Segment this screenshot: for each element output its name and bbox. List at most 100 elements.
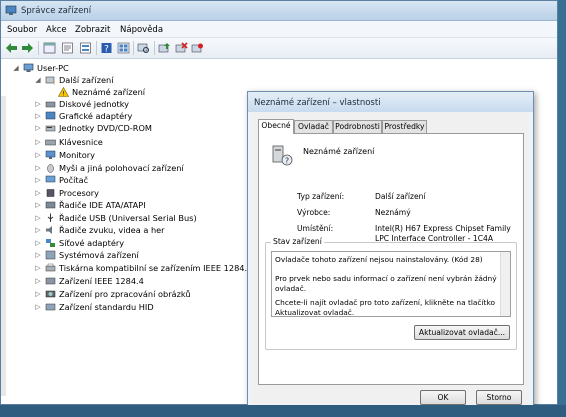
scan-hardware-icon[interactable] — [137, 42, 150, 54]
svg-text:!: ! — [53, 80, 55, 85]
usb-icon — [47, 213, 54, 222]
tree-item-label: Počítač — [59, 175, 89, 185]
expand-triangle-icon[interactable]: ▷ — [33, 187, 43, 199]
tree-item-label: Zařízení IEEE 1284.4 — [59, 276, 144, 286]
properties-icon[interactable] — [61, 42, 74, 54]
unknown-device-icon: ? — [272, 145, 293, 166]
imaging-device-icon — [45, 290, 56, 298]
update-driver-button[interactable]: Aktualizovat ovladač... — [414, 325, 510, 340]
system-device-icon — [45, 250, 56, 260]
toolbar-separator — [96, 41, 97, 55]
dialog-title: Neznámé zařízení – vlastnosti — [254, 98, 381, 108]
disable-device-icon[interactable] — [191, 42, 204, 54]
list-icon[interactable] — [79, 42, 92, 54]
general-tab-panel: ? Neznámé zařízení Typ zařízení: Další z… — [258, 133, 524, 385]
tree-item-label: Myši a jiná polohovací zařízení — [59, 163, 184, 173]
expand-triangle-icon[interactable]: ▷ — [33, 275, 43, 287]
tree-item-label: Další zařízení — [59, 75, 114, 85]
tree-item-label: Monitory — [59, 150, 95, 160]
expand-triangle-icon[interactable]: ▷ — [33, 301, 43, 313]
ide-controller-icon — [45, 201, 56, 209]
back-arrow-icon[interactable] — [5, 42, 18, 54]
warning-icon: ! — [58, 87, 69, 97]
expand-triangle-icon[interactable]: ▷ — [33, 136, 43, 148]
ok-button[interactable]: OK — [420, 390, 466, 405]
tab-podrobnosti[interactable]: Podrobnosti — [333, 120, 382, 133]
processor-icon — [46, 189, 55, 197]
scrollbar[interactable] — [1, 96, 6, 396]
tree-item-label: Diskové jednotky — [59, 99, 130, 109]
tree-item-label: Řadiče zvuku, videa a her — [59, 225, 165, 235]
expand-triangle-icon[interactable]: ▷ — [33, 237, 43, 249]
ieee-device-icon — [45, 277, 56, 285]
other-device-icon: ! — [45, 76, 55, 85]
expand-triangle-icon[interactable]: ▷ — [33, 162, 43, 174]
expand-triangle-icon[interactable]: ▷ — [33, 212, 43, 224]
tree-item-label: Síťové adaptéry — [59, 238, 125, 248]
location-value: Intel(R) H67 Express Chipset Family LPC … — [375, 224, 511, 243]
grid-view-icon[interactable] — [117, 42, 130, 54]
expand-triangle-icon[interactable]: ▷ — [33, 262, 43, 274]
menu-soubor[interactable]: Soubor — [7, 25, 37, 35]
tab-obecne[interactable]: Obecné — [258, 119, 294, 134]
help-icon[interactable]: ? — [100, 42, 113, 54]
menu-bar: Soubor Akce Zobrazit Nápověda — [1, 21, 557, 38]
disk-icon — [45, 101, 56, 108]
computer-icon — [23, 63, 34, 72]
expand-triangle-icon[interactable]: ▷ — [33, 199, 43, 211]
svg-text:?: ? — [104, 45, 109, 55]
keyboard-icon — [45, 139, 56, 146]
toolbar-separator — [133, 41, 134, 55]
status-scrollbar[interactable] — [500, 252, 510, 316]
status-line-1: Ovladače tohoto zařízení nejsou nainstal… — [275, 255, 483, 264]
toolbar-separator — [154, 41, 155, 55]
collapse-triangle-icon[interactable]: ◢ — [33, 74, 43, 86]
tree-item-label: Jednotky DVD/CD-ROM — [59, 123, 152, 133]
tab-ovladac[interactable]: Ovladač — [294, 120, 333, 133]
tree-item-label: Tiskárna kompatibilní se zařízením IEEE … — [59, 263, 253, 273]
svg-text:!: ! — [62, 91, 64, 98]
device-name: Neznámé zařízení — [303, 147, 375, 156]
device-status-title: Stav zařízení — [271, 237, 324, 246]
expand-triangle-icon[interactable]: ▷ — [33, 110, 43, 122]
device-type-label: Typ zařízení: — [297, 192, 345, 201]
toolbar: ? — [1, 38, 557, 59]
uninstall-icon[interactable] — [175, 42, 188, 54]
update-driver-icon[interactable] — [158, 42, 171, 54]
taskbar-strip — [0, 405, 566, 417]
menu-zobrazit[interactable]: Zobrazit — [75, 25, 110, 35]
expand-triangle-icon[interactable]: ▷ — [33, 249, 43, 261]
cancel-button[interactable]: Storno — [476, 390, 522, 405]
properties-dialog: Neznámé zařízení – vlastnosti Obecné Ovl… — [247, 91, 534, 409]
dialog-title-bar[interactable]: Neznámé zařízení – vlastnosti — [248, 92, 533, 112]
hid-icon — [45, 303, 56, 311]
tab-prostredky[interactable]: Prostředky — [382, 120, 427, 133]
tree-item-label: Procesory — [59, 188, 100, 198]
tree-item-label: Neznámé zařízení — [72, 87, 146, 97]
expand-triangle-icon[interactable]: ▷ — [33, 224, 43, 236]
display-adapter-icon — [45, 111, 56, 120]
expand-triangle-icon[interactable]: ▷ — [33, 149, 43, 161]
location-label: Umístění: — [297, 224, 334, 233]
forward-arrow-icon[interactable] — [21, 42, 34, 54]
dialog-body: Obecné Ovladač Podrobnosti Prostředky ? … — [252, 112, 529, 405]
expand-triangle-icon[interactable]: ▷ — [33, 98, 43, 110]
printer-icon — [45, 263, 56, 272]
view-icon[interactable] — [43, 42, 56, 54]
device-type-value: Další zařízení — [375, 192, 426, 201]
menu-akce[interactable]: Akce — [46, 25, 67, 35]
manufacturer-value: Neznámý — [375, 208, 411, 217]
menu-napoveda[interactable]: Nápověda — [120, 25, 163, 35]
network-icon — [46, 239, 55, 247]
expand-triangle-icon[interactable]: ▷ — [33, 288, 43, 300]
tree-item-label: Klávesnice — [59, 137, 103, 147]
tree-item-label: Řadiče IDE ATA/ATAPI — [59, 200, 146, 210]
collapse-triangle-icon[interactable]: ◢ — [11, 62, 21, 74]
tree-item-label: Zařízení pro zpracování obrázků — [59, 289, 191, 299]
svg-text:?: ? — [285, 157, 289, 166]
status-line-3: Chcete-li najít ovladač pro toto zařízen… — [275, 298, 495, 317]
expand-triangle-icon[interactable]: ▷ — [33, 122, 43, 134]
device-status-text[interactable]: Ovladače tohoto zařízení nejsou nainstal… — [271, 251, 511, 317]
expand-triangle-icon[interactable]: ▷ — [33, 174, 43, 186]
title-bar[interactable]: Správce zařízení — [1, 1, 557, 21]
